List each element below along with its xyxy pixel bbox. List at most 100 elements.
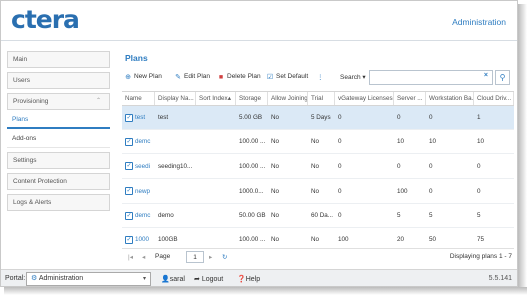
cell-text: 75: [477, 236, 485, 243]
page-number-input[interactable]: 1: [186, 251, 204, 263]
cell-server: 5: [394, 204, 426, 227]
first-page-icon[interactable]: |◂: [128, 253, 133, 261]
logout-button[interactable]: ➦ Logout: [194, 275, 223, 283]
search-filter-label: Search: [340, 74, 361, 81]
column-header-ws[interactable]: Workstation Ba...: [426, 92, 474, 105]
column-header-display[interactable]: Display Na...: [155, 92, 196, 105]
cell-text: No: [271, 236, 280, 243]
cell-trial: 60 Da...: [308, 204, 335, 227]
plan-icon: ✓: [125, 162, 133, 170]
plan-name-link[interactable]: demc: [135, 212, 150, 219]
cell-text: 10: [429, 138, 437, 145]
table-row[interactable]: ✓ demc demo 50.00 GB No 60 Da... 0 5 5 5: [122, 204, 514, 228]
column-header-cloud[interactable]: Cloud Driv...: [474, 92, 514, 105]
table-row[interactable]: ✓ seedi seeding10... 100.00 ... No No 0 0 0 0: [122, 154, 514, 179]
cell-text: 50: [429, 236, 437, 243]
cell-text: 5: [397, 212, 401, 219]
column-header-storage[interactable]: Storage: [236, 92, 268, 105]
search-button[interactable]: ⚲: [495, 70, 510, 85]
prev-page-icon[interactable]: ◂: [142, 253, 145, 261]
plan-name-link[interactable]: seedi: [135, 163, 150, 170]
user-icon: 👤: [161, 276, 170, 283]
cell-trial: No: [308, 179, 335, 203]
logout-icon: ➦: [194, 276, 200, 283]
cell-text: No: [271, 138, 280, 145]
cell-name: ✓ test: [122, 106, 155, 129]
cell-sort: [196, 106, 236, 129]
table-row[interactable]: ✓ newp 1000.0... No No 0 100 0 0: [122, 179, 514, 204]
plan-icon: ✓: [125, 113, 133, 122]
search-icon: ⚲: [499, 73, 506, 82]
column-header-allow[interactable]: Allow Joining: [268, 92, 308, 105]
main-panel: Plans ⊕ New Plan ✎ Edit Plan ■ Delete Plan …: [122, 49, 514, 268]
sort-asc-icon: ▴: [227, 95, 231, 102]
page-label: Page: [155, 253, 171, 260]
trash-icon: ■: [218, 74, 224, 81]
column-header-sort[interactable]: Sort Index ▴: [196, 92, 236, 105]
column-header-server[interactable]: Server ...: [394, 92, 426, 105]
cell-trial: No: [308, 154, 335, 178]
sidebar-item-users[interactable]: Users: [7, 72, 110, 89]
cell-text: No: [311, 187, 320, 195]
cell-allow: No: [268, 228, 308, 245]
sidebar-item-provisioning[interactable]: Provisioning ⌃: [7, 93, 110, 110]
cell-cloud: 75: [474, 228, 514, 245]
column-header-trial[interactable]: Trial: [308, 92, 335, 105]
edit-plan-label: Edit Plan: [184, 73, 211, 80]
page-area-title: Administration: [452, 17, 506, 27]
delete-plan-button[interactable]: ■ Delete Plan: [217, 73, 261, 82]
cell-storage: 100.00 ...: [236, 154, 268, 178]
sidebar: Main Users Provisioning ⌃ Plans Add-ons S…: [7, 51, 110, 215]
plan-name-link[interactable]: demc: [135, 138, 150, 145]
cell-storage: 5.00 GB: [236, 106, 268, 129]
table-row[interactable]: ✓ test test 5.00 GB No 5 Days 0 0 0 1: [122, 106, 514, 130]
help-button[interactable]: ❓Help: [237, 275, 260, 283]
refresh-icon[interactable]: ↻: [222, 253, 227, 261]
plan-name-link[interactable]: 1000: [135, 236, 149, 243]
cell-text: 100.00 ...: [239, 138, 266, 145]
edit-plan-button[interactable]: ✎ Edit Plan: [174, 73, 210, 82]
sidebar-item-main[interactable]: Main: [7, 51, 110, 68]
column-header-name[interactable]: Name: [122, 92, 155, 105]
cell-display: [155, 179, 196, 203]
plan-name-link[interactable]: test: [135, 114, 145, 121]
cell-sort: [196, 228, 236, 245]
sidebar-subitem-label: Add-ons: [12, 135, 37, 142]
cell-display: test: [155, 106, 196, 129]
more-options-icon[interactable]: ⋮: [317, 73, 324, 81]
user-name: saral: [169, 276, 185, 283]
next-page-icon[interactable]: ▸: [209, 253, 212, 261]
table-row[interactable]: ✓ demc 100.00 ... No No 0 10 10 10: [122, 130, 514, 154]
column-header-vgw[interactable]: vGateway Licenses: [335, 92, 394, 105]
new-plan-button[interactable]: ⊕ New Plan: [124, 73, 162, 82]
cell-sort: [196, 179, 236, 203]
version-label: 5.5.141: [488, 275, 512, 282]
search-input[interactable]: ×: [369, 70, 493, 85]
sidebar-subitem-plans[interactable]: Plans: [7, 110, 110, 129]
cell-cloud: 10: [474, 130, 514, 153]
plan-name-link[interactable]: newp: [135, 188, 150, 195]
cell-text: 1000.0...: [239, 187, 264, 195]
sidebar-item-content-protection[interactable]: Content Protection: [7, 173, 110, 190]
sidebar-item-settings[interactable]: Settings: [7, 152, 110, 169]
set-default-button[interactable]: ☑ Set Default: [266, 73, 308, 82]
window-shadow: [518, 4, 527, 295]
portal-select[interactable]: ⚙ Administration ▾: [26, 272, 151, 286]
user-menu[interactable]: 👤saral: [161, 275, 185, 283]
logout-label: Logout: [201, 276, 224, 283]
cell-text: demo: [158, 212, 174, 219]
cell-text: 0: [397, 114, 401, 121]
sidebar-item-logs-alerts[interactable]: Logs & Alerts: [7, 194, 110, 211]
cell-text: test: [158, 114, 169, 121]
cell-text: No: [271, 162, 280, 170]
cell-cloud: 1: [474, 106, 514, 129]
table-row[interactable]: ✓ 1000 100GB 100.00 ... No No 100 20 50 75: [122, 228, 514, 245]
cell-vgw: 0: [335, 130, 394, 153]
search-filter-dropdown[interactable]: Search ▾: [340, 73, 366, 81]
checklist-icon: ☑: [266, 74, 274, 81]
cell-text: 50.00 GB: [239, 212, 266, 219]
sidebar-subitem-addons[interactable]: Add-ons: [7, 129, 110, 148]
cell-text: 0: [477, 162, 481, 170]
clear-icon[interactable]: ×: [484, 72, 488, 79]
delete-plan-label: Delete Plan: [227, 73, 261, 80]
